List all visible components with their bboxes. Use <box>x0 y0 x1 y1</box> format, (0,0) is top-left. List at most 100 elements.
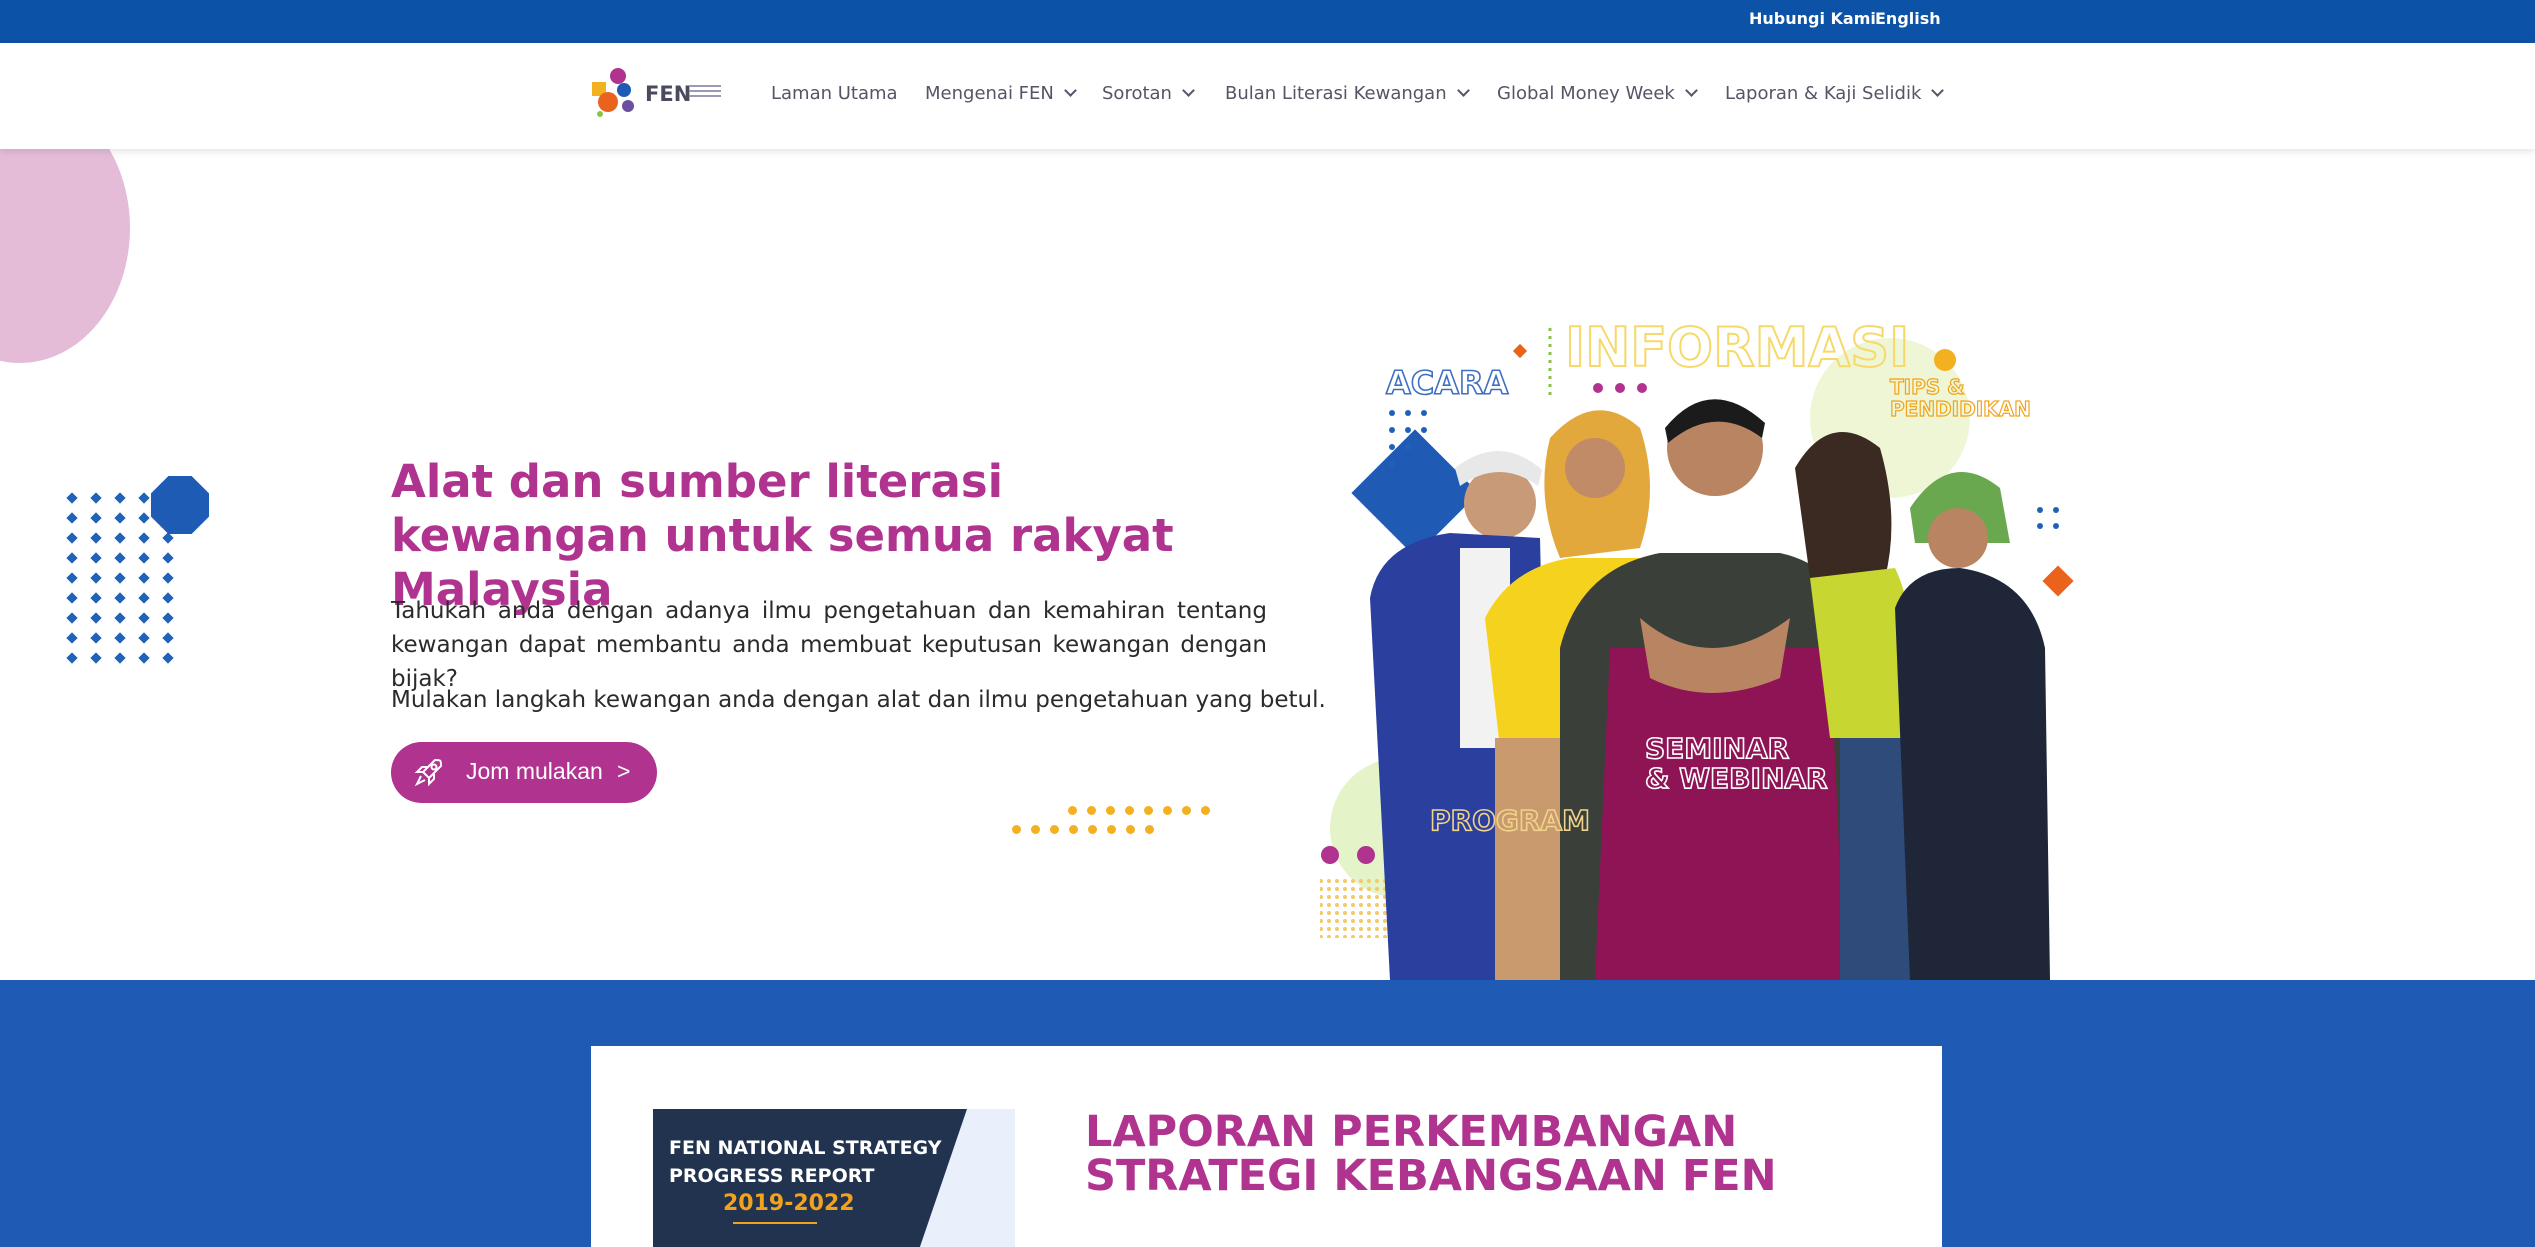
nav-sorotan[interactable]: Sorotan <box>1102 83 1195 104</box>
chevron-down-icon <box>1064 84 1077 97</box>
decorative-dot <box>114 532 126 544</box>
svg-text:& WEBINAR: & WEBINAR <box>1645 762 1828 795</box>
decorative-dots <box>1010 803 1210 839</box>
decorative-dot <box>1050 825 1059 834</box>
decorative-dot <box>1126 825 1135 834</box>
decorative-dot <box>162 612 174 624</box>
decorative-dot <box>114 552 126 564</box>
decorative-dot <box>1182 806 1191 815</box>
decorative-dot <box>1069 825 1078 834</box>
nav-label: Global Money Week <box>1497 83 1675 104</box>
site-header: FEN Laman Utama Mengenai FEN Sorotan Bul… <box>0 43 2535 149</box>
hero-title: Alat dan sumber literasi kewangan untuk … <box>391 455 1174 616</box>
decorative-dot <box>66 552 78 564</box>
decorative-dot <box>90 532 102 544</box>
decorative-dot <box>66 492 78 504</box>
decorative-dot <box>1031 825 1040 834</box>
decorative-dot <box>66 592 78 604</box>
decorative-dot <box>1087 806 1096 815</box>
start-button-label: Jom mulakan <box>466 758 603 784</box>
report-cover-years: 2019-2022 <box>723 1191 855 1216</box>
nav-mengenai-fen[interactable]: Mengenai FEN <box>925 83 1077 104</box>
report-cover-image[interactable]: FEN NATIONAL STRATEGY PROGRESS REPORT 20… <box>653 1109 1015 1247</box>
decorative-dot <box>114 652 126 664</box>
logo-text: FEN <box>645 82 692 106</box>
decorative-dot <box>1144 806 1153 815</box>
nav-label: Mengenai FEN <box>925 83 1054 104</box>
decorative-dot <box>90 652 102 664</box>
illustration-word: INFORMASI <box>1565 318 1909 379</box>
nav-global-money-week[interactable]: Global Money Week <box>1497 83 1698 104</box>
decorative-dot <box>1145 825 1154 834</box>
decorative-dot <box>162 632 174 644</box>
language-link[interactable]: English <box>1875 9 1941 28</box>
decorative-dot <box>114 632 126 644</box>
report-title-line: LAPORAN PERKEMBANGAN <box>1085 1107 1738 1157</box>
decorative-dot <box>162 652 174 664</box>
svg-text:SEMINAR: SEMINAR <box>1645 732 1789 765</box>
decorative-dot <box>162 552 174 564</box>
decorative-dot <box>66 572 78 584</box>
fen-logo-mark-icon <box>592 68 634 117</box>
hero-paragraph-2: Mulakan langkah kewangan anda dengan ala… <box>391 687 1326 713</box>
report-title: LAPORAN PERKEMBANGAN STRATEGI KEBANGSAAN… <box>1085 1110 1885 1198</box>
decorative-dot <box>114 492 126 504</box>
decorative-dot <box>90 632 102 644</box>
decorative-dot <box>138 552 150 564</box>
decorative-dot <box>138 512 150 524</box>
chevron-down-icon <box>1684 84 1698 97</box>
decorative-dot <box>138 652 150 664</box>
report-cover-line: FEN NATIONAL STRATEGY <box>669 1137 942 1159</box>
decorative-dot <box>114 512 126 524</box>
report-cover-band: FEN NATIONAL STRATEGY PROGRESS REPORT 20… <box>653 1109 967 1247</box>
decorative-dot <box>90 552 102 564</box>
rocket-icon <box>414 758 443 787</box>
chevron-down-icon <box>1931 84 1945 97</box>
decorative-dot <box>1012 825 1021 834</box>
decorative-dot <box>138 612 150 624</box>
report-card: FEN NATIONAL STRATEGY PROGRESS REPORT 20… <box>591 1046 1942 1247</box>
report-cover-underline <box>733 1222 817 1224</box>
decorative-dot <box>66 532 78 544</box>
nav-laman-utama[interactable]: Laman Utama <box>771 83 898 104</box>
contact-link[interactable]: Hubungi Kami <box>1749 9 1876 28</box>
hero-paragraph: Tahukah anda dengan adanya ilmu pengetah… <box>391 598 1267 692</box>
decorative-dot <box>1163 806 1172 815</box>
decorative-dot <box>138 592 150 604</box>
logo-tagline <box>689 85 721 87</box>
decorative-blob <box>151 476 209 534</box>
nav-label: Laman Utama <box>771 83 898 104</box>
decorative-dot <box>138 532 150 544</box>
decorative-dot <box>138 572 150 584</box>
decorative-dot <box>162 592 174 604</box>
nav-bulan-literasi[interactable]: Bulan Literasi Kewangan <box>1225 83 1470 104</box>
chevron-down-icon <box>1456 84 1470 97</box>
decorative-dot <box>90 492 102 504</box>
report-cover-line: PROGRESS REPORT <box>669 1165 875 1187</box>
decorative-dot <box>90 512 102 524</box>
decorative-dot <box>66 512 78 524</box>
svg-text:TIPS &: TIPS & <box>1890 375 1965 399</box>
report-title-line: STRATEGI KEBANGSAAN FEN <box>1085 1151 1777 1201</box>
decorative-dot <box>114 572 126 584</box>
svg-text:PENDIDIKAN: PENDIDIKAN <box>1890 397 2031 421</box>
fen-logo[interactable]: FEN <box>590 68 721 124</box>
decorative-dot <box>1088 825 1097 834</box>
start-button[interactable]: Jom mulakan > <box>391 742 657 803</box>
decorative-dot <box>114 592 126 604</box>
decorative-dot <box>1125 806 1134 815</box>
decorative-dot <box>138 632 150 644</box>
decorative-dot <box>162 572 174 584</box>
svg-text:ACARA: ACARA <box>1386 364 1509 402</box>
svg-text:PROGRAM: PROGRAM <box>1430 804 1590 837</box>
hero-illustration: INFORMASI ACARA TIPS & PENDIDIKAN SEMINA… <box>1320 318 2074 980</box>
decorative-dot <box>90 612 102 624</box>
decorative-dot <box>66 652 78 664</box>
decorative-dot <box>138 492 150 504</box>
nav-laporan[interactable]: Laporan & Kaji Selidik <box>1725 83 1945 104</box>
nav-label: Laporan & Kaji Selidik <box>1725 83 1922 104</box>
decorative-dot <box>114 612 126 624</box>
start-button-arrow: > <box>617 758 631 784</box>
decorative-dot <box>162 532 174 544</box>
decorative-dot <box>66 632 78 644</box>
